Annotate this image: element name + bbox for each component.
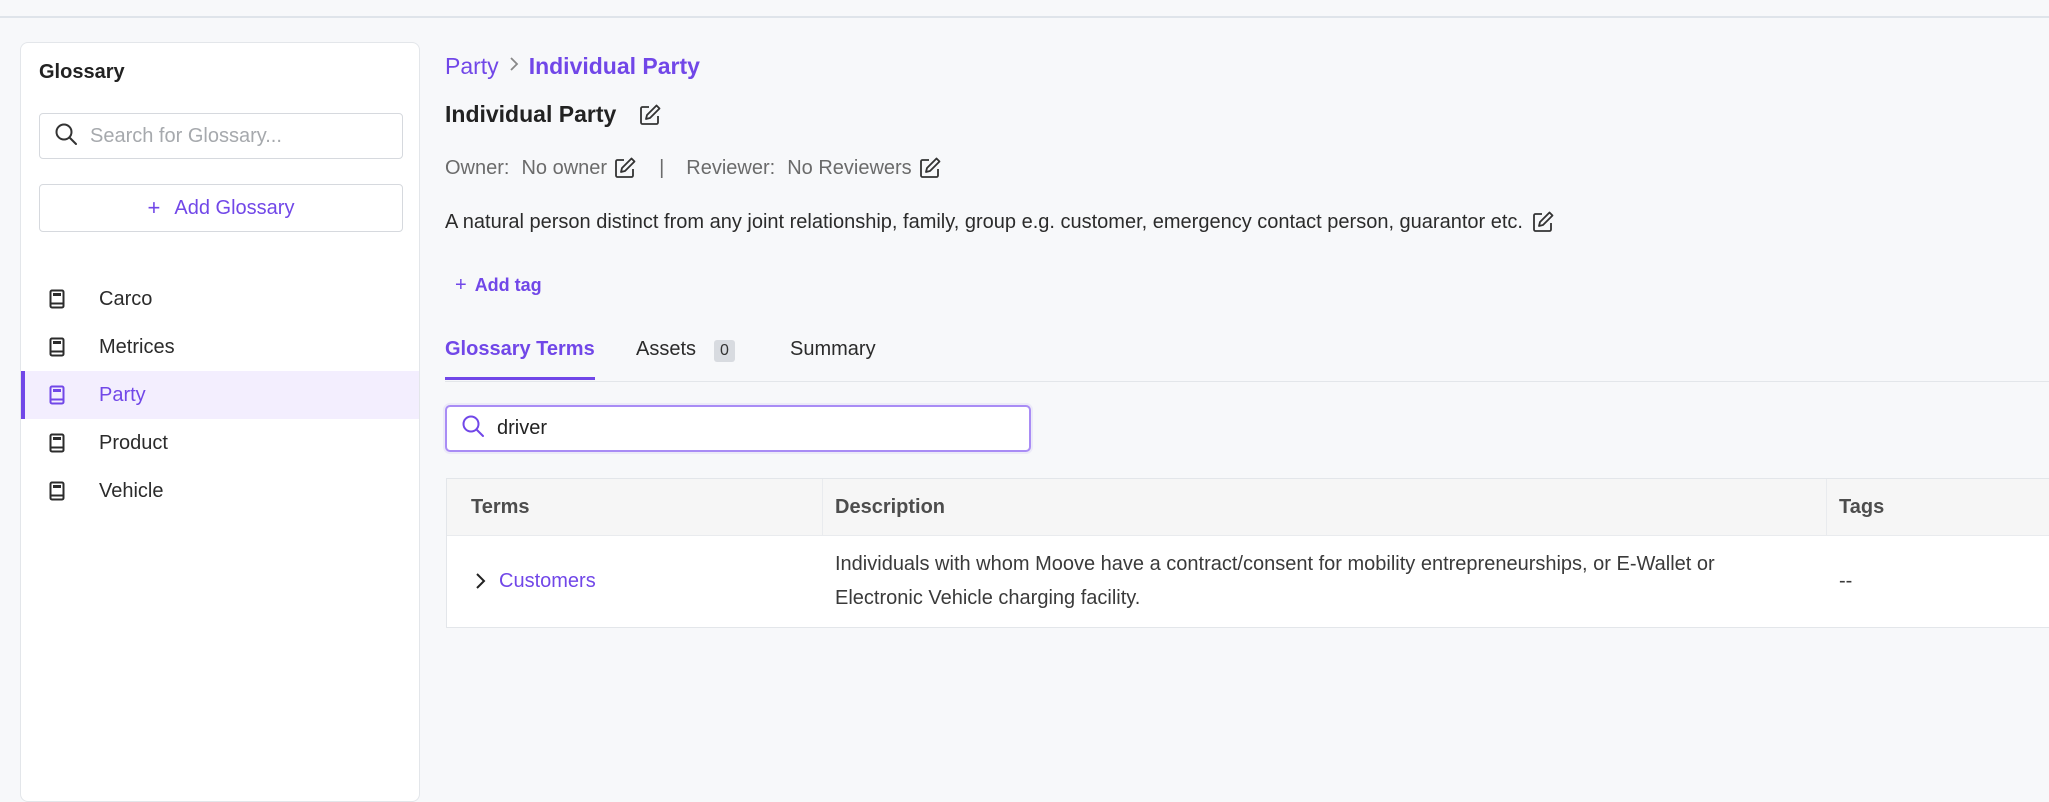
book-icon: [47, 480, 67, 502]
plus-icon: +: [455, 274, 467, 296]
column-header-description: Description: [823, 479, 1827, 535]
add-glossary-label: Add Glossary: [174, 196, 295, 219]
add-tag-button[interactable]: + Add tag: [455, 274, 542, 297]
tab-glossary-terms[interactable]: Glossary Terms: [445, 330, 595, 380]
description-row: A natural person distinct from any joint…: [445, 210, 1555, 234]
table-header: Terms Description Tags: [447, 479, 2049, 536]
term-link[interactable]: Customers: [499, 570, 596, 593]
glossary-search-input[interactable]: [88, 123, 392, 149]
tab-summary[interactable]: Summary: [790, 330, 876, 380]
search-icon: [54, 122, 78, 151]
edit-name-button[interactable]: [638, 103, 662, 127]
sidebar-item-product[interactable]: Product: [21, 419, 419, 467]
sidebar-item-label: Party: [99, 383, 146, 406]
sidebar-item-party[interactable]: Party: [21, 371, 419, 419]
tab-label: Summary: [790, 338, 876, 360]
page-title: Individual Party: [445, 101, 617, 127]
glossary-terms-table: Terms Description Tags Customers Individ…: [446, 478, 2049, 628]
breadcrumb: Party Individual Party: [445, 53, 700, 80]
book-icon: [47, 384, 67, 406]
glossary-sidebar: Glossary + Add Glossary Carco Metrices P: [20, 42, 420, 802]
tab-assets[interactable]: Assets 0: [636, 330, 735, 380]
reviewer-value: No Reviewers: [787, 156, 912, 179]
separator: |: [659, 156, 665, 179]
assets-count-badge: 0: [714, 340, 735, 362]
tab-label: Assets: [636, 338, 697, 360]
description-cell: Individuals with whom Moove have a contr…: [835, 553, 1715, 609]
search-icon: [461, 414, 485, 443]
tab-bar: Glossary Terms Assets 0 Summary: [445, 330, 2049, 382]
column-header-tags: Tags: [1839, 495, 1885, 518]
table-row: Customers Individuals with whom Moove ha…: [447, 535, 2049, 627]
glossary-detail-panel: Party Individual Party Individual Party …: [445, 0, 2049, 776]
sidebar-item-carco[interactable]: Carco: [21, 275, 419, 323]
sidebar-item-vehicle[interactable]: Vehicle: [21, 467, 419, 515]
sidebar-item-metrices[interactable]: Metrices: [21, 323, 419, 371]
glossary-list: Carco Metrices Party Product Vehicle: [21, 275, 419, 515]
edit-icon: [615, 157, 636, 178]
title-row: Individual Party: [445, 101, 662, 128]
sidebar-item-label: Metrices: [99, 335, 175, 358]
term-search-box[interactable]: [445, 405, 1031, 452]
sidebar-item-label: Product: [99, 431, 168, 454]
edit-icon: [1533, 211, 1554, 232]
owner-reviewer-row: Owner: No owner | Reviewer: No Reviewers: [445, 156, 942, 180]
term-search-input[interactable]: [495, 416, 999, 441]
sidebar-item-label: Vehicle: [99, 479, 164, 502]
owner-value: No owner: [521, 156, 608, 179]
glossary-description: A natural person distinct from any joint…: [445, 210, 1523, 233]
plus-icon: +: [147, 195, 161, 220]
column-header-terms: Terms: [447, 479, 823, 535]
edit-reviewer-button[interactable]: [918, 156, 942, 180]
breadcrumb-current[interactable]: Individual Party: [529, 53, 700, 80]
book-icon: [47, 288, 67, 310]
edit-icon: [640, 104, 661, 125]
chevron-right-icon: [509, 56, 519, 77]
add-tag-label: Add tag: [474, 275, 542, 295]
add-glossary-button[interactable]: + Add Glossary: [39, 184, 403, 232]
sidebar-title: Glossary: [39, 61, 125, 83]
reviewer-label: Reviewer:: [686, 156, 776, 179]
book-icon: [47, 432, 67, 454]
edit-icon: [919, 157, 941, 178]
edit-owner-button[interactable]: [613, 156, 637, 180]
breadcrumb-parent-link[interactable]: Party: [445, 53, 499, 80]
tags-cell: --: [1839, 569, 1853, 592]
sidebar-item-label: Carco: [99, 287, 153, 310]
owner-label: Owner:: [445, 156, 510, 179]
expand-chevron-icon[interactable]: [475, 571, 487, 591]
glossary-search-box[interactable]: [39, 113, 403, 159]
term-cell: Customers: [447, 535, 823, 627]
edit-description-button[interactable]: [1531, 210, 1555, 234]
book-icon: [47, 336, 67, 358]
tab-label: Glossary Terms: [445, 338, 595, 360]
